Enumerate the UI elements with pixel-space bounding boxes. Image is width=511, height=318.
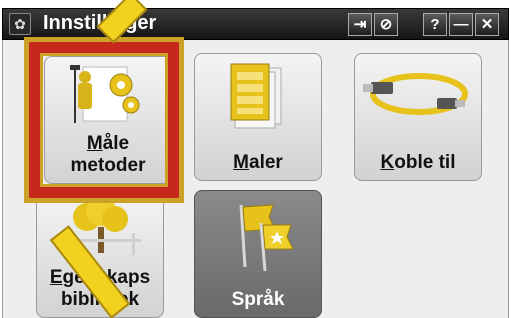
tile-label: Koble til	[380, 152, 456, 173]
minimize-button[interactable]: —	[449, 13, 473, 36]
tile-language[interactable]: Språk	[194, 190, 322, 318]
connect-cable-icon	[363, 73, 468, 115]
tile-label: Maler	[233, 152, 283, 173]
tile-label: Språk	[231, 289, 285, 310]
help-button[interactable]: ?	[423, 13, 447, 36]
title-bar: ✿ Innstillinger ⇥ ⊘ ? — ✕	[2, 8, 509, 40]
login-button[interactable]: ⇥	[348, 13, 372, 36]
disable-button[interactable]: ⊘	[374, 13, 398, 36]
language-flags-icon	[239, 204, 294, 272]
tile-templates[interactable]: Maler	[194, 53, 322, 181]
close-button[interactable]: ✕	[475, 13, 499, 36]
highlight-frame-inner	[40, 53, 168, 187]
tile-connect[interactable]: Koble til	[354, 53, 482, 181]
app-icon: ✿	[9, 13, 31, 35]
feature-library-icon	[61, 196, 141, 255]
templates-icon	[230, 63, 282, 129]
